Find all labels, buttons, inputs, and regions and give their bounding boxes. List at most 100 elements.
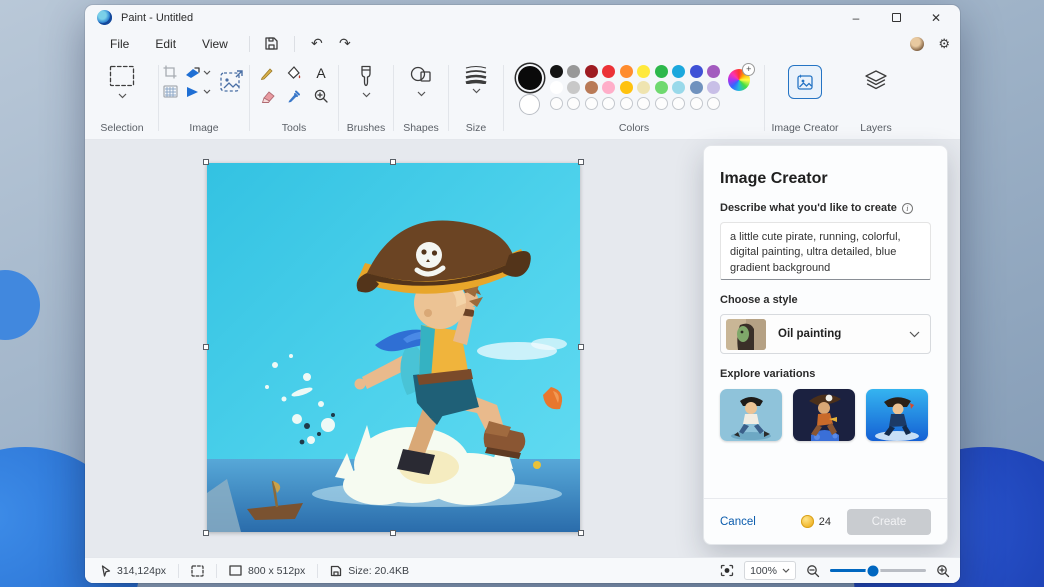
- selection-handle[interactable]: [578, 344, 584, 350]
- save-button[interactable]: [258, 33, 286, 55]
- zoom-slider[interactable]: [830, 569, 926, 572]
- divider: [338, 65, 339, 131]
- undo-icon: ↶: [311, 35, 323, 52]
- describe-label: Describe what you'd like to create: [720, 202, 897, 214]
- brushes-group[interactable]: Brushes: [340, 57, 392, 139]
- create-button[interactable]: Create: [847, 509, 931, 535]
- image-creator-button[interactable]: Image Creator: [766, 57, 844, 139]
- color-swatch[interactable]: [550, 81, 563, 94]
- info-icon[interactable]: i: [902, 203, 913, 214]
- pencil-tool-icon[interactable]: [259, 65, 275, 81]
- group-label: Image Creator: [771, 122, 838, 134]
- selection-handle[interactable]: [390, 530, 396, 536]
- crop-icon[interactable]: [163, 65, 178, 80]
- minimize-icon: –: [853, 11, 860, 25]
- selection-handle[interactable]: [390, 159, 396, 165]
- cancel-button[interactable]: Cancel: [720, 516, 756, 528]
- color-swatch[interactable]: [672, 81, 685, 94]
- selection-handle[interactable]: [578, 530, 584, 536]
- menu-file[interactable]: File: [97, 34, 142, 54]
- remove-background-icon[interactable]: [163, 85, 178, 98]
- color-swatch[interactable]: [707, 81, 720, 94]
- color-swatch[interactable]: [690, 81, 703, 94]
- text-tool-icon[interactable]: A: [313, 65, 329, 81]
- divider: [249, 36, 250, 52]
- empty-color-slot[interactable]: [655, 97, 668, 110]
- tools-group: A Tools: [251, 57, 337, 139]
- color-swatch[interactable]: [602, 65, 615, 78]
- selection-handle[interactable]: [203, 159, 209, 165]
- color-swatch[interactable]: [585, 65, 598, 78]
- color-swatch[interactable]: [672, 65, 685, 78]
- size-group[interactable]: Size: [450, 57, 502, 139]
- style-dropdown[interactable]: Oil painting: [720, 314, 931, 354]
- zoom-slider-thumb[interactable]: [868, 565, 879, 576]
- canvas-artwork[interactable]: [207, 163, 580, 532]
- color-swatch[interactable]: [637, 65, 650, 78]
- shapes-icon: [409, 65, 433, 85]
- eyedropper-tool-icon[interactable]: [286, 88, 302, 104]
- selection-handle[interactable]: [203, 530, 209, 536]
- fit-to-screen-icon[interactable]: [720, 564, 734, 577]
- resize-button[interactable]: [185, 66, 211, 80]
- divider: [317, 564, 318, 578]
- color-swatch[interactable]: [637, 81, 650, 94]
- empty-color-slot[interactable]: [602, 97, 615, 110]
- prompt-input[interactable]: a little cute pirate, running, colorful,…: [720, 222, 931, 280]
- undo-button[interactable]: ↶: [303, 33, 331, 55]
- credits-coin-icon: [801, 515, 814, 528]
- account-avatar[interactable]: [910, 37, 924, 51]
- chevron-down-icon: [782, 568, 790, 573]
- empty-color-slot[interactable]: [707, 97, 720, 110]
- empty-color-slot[interactable]: [550, 97, 563, 110]
- redo-button[interactable]: ↷: [331, 33, 359, 55]
- color-swatch[interactable]: [707, 65, 720, 78]
- empty-color-slot[interactable]: [567, 97, 580, 110]
- menu-edit[interactable]: Edit: [142, 34, 189, 54]
- maximize-button[interactable]: [876, 5, 916, 30]
- zoom-in-icon[interactable]: [936, 564, 950, 578]
- color-swatch[interactable]: [620, 81, 633, 94]
- image-options-icon[interactable]: [219, 69, 245, 95]
- color-swatch[interactable]: [620, 65, 633, 78]
- variation-thumbnail-1[interactable]: [720, 389, 782, 441]
- chevron-down-icon[interactable]: [118, 93, 127, 99]
- color-swatch[interactable]: [567, 81, 580, 94]
- color-swatch[interactable]: [550, 65, 563, 78]
- empty-color-slot[interactable]: [620, 97, 633, 110]
- fill-tool-icon[interactable]: [286, 65, 302, 81]
- background-color-swatch[interactable]: [519, 94, 540, 115]
- eraser-tool-icon[interactable]: [259, 89, 276, 104]
- minimize-button[interactable]: –: [836, 5, 876, 30]
- shapes-group[interactable]: Shapes: [395, 57, 447, 139]
- color-swatch[interactable]: [655, 65, 668, 78]
- settings-gear-icon[interactable]: ⚙: [938, 36, 950, 52]
- variation-thumbnail-2[interactable]: [793, 389, 855, 441]
- empty-color-slot[interactable]: [690, 97, 703, 110]
- maximize-icon: [892, 13, 901, 22]
- group-label: Colors: [619, 122, 649, 134]
- color-swatch[interactable]: [585, 81, 598, 94]
- foreground-color-swatch[interactable]: [518, 66, 542, 90]
- layers-button[interactable]: Layers: [844, 57, 908, 139]
- empty-color-slot[interactable]: [637, 97, 650, 110]
- redo-icon: ↷: [339, 35, 351, 52]
- selection-tool-group[interactable]: Selection: [87, 57, 157, 139]
- close-button[interactable]: ✕: [916, 5, 956, 30]
- color-swatch[interactable]: [567, 65, 580, 78]
- empty-color-slot[interactable]: [585, 97, 598, 110]
- menu-view[interactable]: View: [189, 34, 241, 54]
- color-swatch[interactable]: [690, 65, 703, 78]
- zoom-level-dropdown[interactable]: 100%: [744, 561, 796, 580]
- image-creator-icon: [795, 72, 815, 92]
- selection-handle[interactable]: [203, 344, 209, 350]
- rotate-flip-button[interactable]: [185, 85, 211, 98]
- empty-color-slot[interactable]: [672, 97, 685, 110]
- color-swatch[interactable]: [602, 81, 615, 94]
- selection-handle[interactable]: [578, 159, 584, 165]
- edit-colors-wheel-icon[interactable]: [728, 69, 750, 91]
- color-swatch[interactable]: [655, 81, 668, 94]
- magnifier-tool-icon[interactable]: [313, 88, 329, 104]
- zoom-out-icon[interactable]: [806, 564, 820, 578]
- variation-thumbnail-3[interactable]: [866, 389, 928, 441]
